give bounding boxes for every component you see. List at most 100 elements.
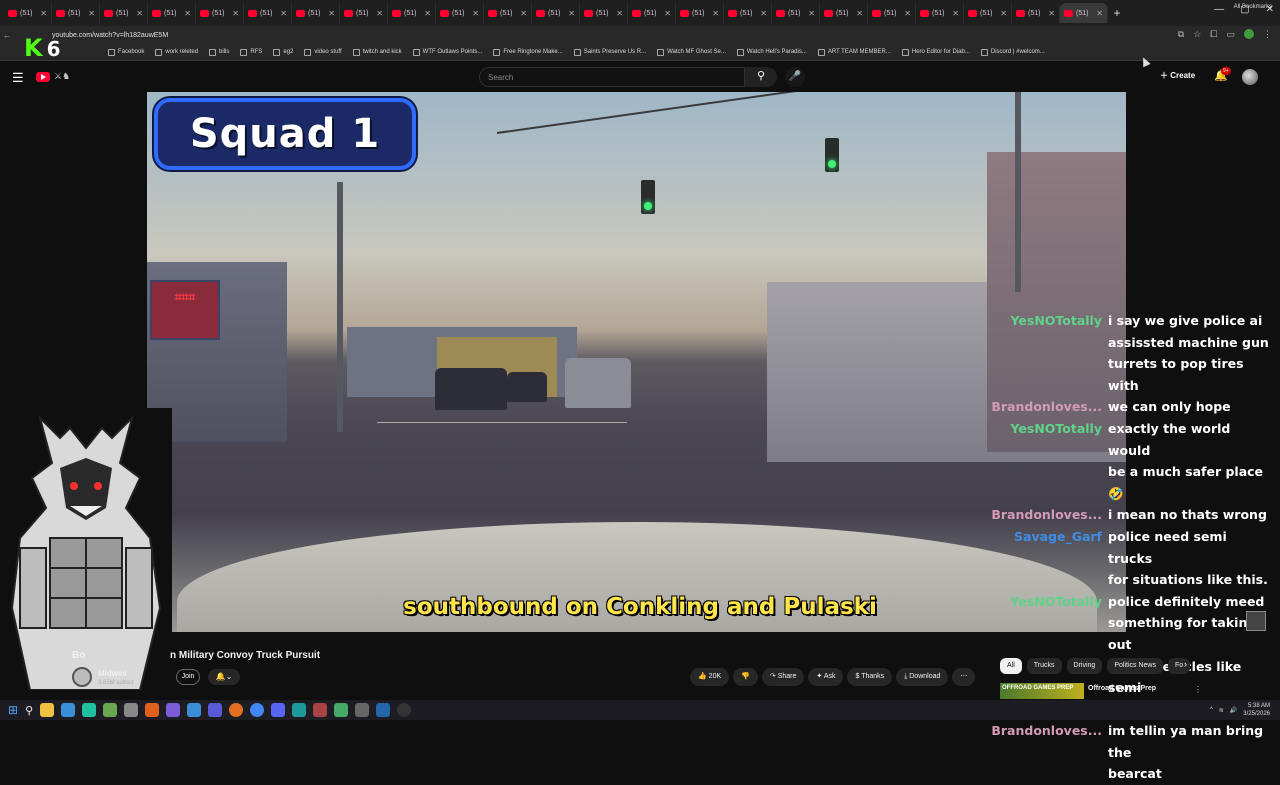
bookmark-item[interactable]: RFS	[240, 48, 262, 56]
bookmark-item[interactable]: Watch MF Ghost Se...	[657, 48, 726, 56]
volume-icon[interactable]: 🔊	[1230, 707, 1237, 714]
browser-tab[interactable]: (51) ✕	[244, 3, 292, 23]
bookmark-item[interactable]: Discord | #welcom...	[980, 48, 1045, 56]
subscribe-bell-button[interactable]: 🔔⌄	[208, 669, 240, 685]
browser-tab[interactable]: (51) ✕	[436, 3, 484, 23]
bookmark-item[interactable]: eg2	[273, 48, 293, 56]
recommended-title[interactable]: Offroad Games Prep	[1088, 685, 1156, 692]
tab-close-icon[interactable]: ✕	[328, 9, 335, 18]
tab-close-icon[interactable]: ✕	[856, 9, 863, 18]
filter-chip[interactable]: Trucks	[1026, 658, 1062, 674]
browser-tab[interactable]: (51) ✕	[100, 3, 148, 23]
app-icon[interactable]	[145, 703, 160, 717]
all-bookmarks[interactable]: All Bookmarks	[1234, 4, 1272, 10]
tab-close-icon[interactable]: ✕	[376, 9, 383, 18]
bookmark-item[interactable]: video stuff	[304, 48, 342, 56]
bookmark-item[interactable]: Free Ringtone Make...	[493, 48, 563, 56]
browser-tab[interactable]: (51) ✕	[292, 3, 340, 23]
dislike-button[interactable]: 👎	[733, 668, 758, 686]
browser-tab[interactable]: (51) ✕	[868, 3, 916, 23]
browser-tab[interactable]: (51) ✕	[388, 3, 436, 23]
recommended-thumbnail[interactable]: OFFROAD GAMES PREP	[1000, 683, 1084, 699]
tab-close-icon[interactable]: ✕	[184, 9, 191, 18]
tab-close-icon[interactable]: ✕	[88, 9, 95, 18]
account-avatar[interactable]	[1242, 69, 1258, 85]
chevron-right-icon[interactable]: ›	[1184, 659, 1187, 669]
settings-icon[interactable]	[355, 703, 370, 717]
browser-tab[interactable]: (51) ✕	[484, 3, 532, 23]
firefox-icon[interactable]	[229, 703, 244, 717]
tab-close-icon[interactable]: ✕	[1000, 9, 1007, 18]
tab-close-icon[interactable]: ✕	[232, 9, 239, 18]
tab-close-icon[interactable]: ✕	[40, 9, 47, 18]
browser-tab[interactable]: (51) ✕	[196, 3, 244, 23]
ask-button[interactable]: ✦ Ask	[808, 668, 844, 686]
tab-close-icon[interactable]: ✕	[424, 9, 431, 18]
app-icon[interactable]	[376, 703, 391, 717]
app-icon[interactable]	[292, 703, 307, 717]
more-actions-button[interactable]: ⋯	[952, 668, 976, 686]
app-icon[interactable]	[334, 703, 349, 717]
filter-chip[interactable]: Politics News	[1107, 658, 1163, 674]
voice-search-button[interactable]: 🎤	[785, 67, 805, 87]
profile-icon[interactable]	[1244, 29, 1254, 39]
browser-tab[interactable]: (51) ✕	[772, 3, 820, 23]
create-button[interactable]: ＋ Create	[1160, 70, 1195, 81]
browser-tab[interactable]: (51) ✕	[724, 3, 772, 23]
search-input[interactable]: Search	[479, 67, 745, 87]
bookmark-item[interactable]: Saints Preserve Us R...	[573, 48, 646, 56]
channel-avatar[interactable]	[72, 667, 92, 687]
taskbar-search-icon[interactable]: ⚲	[25, 704, 33, 717]
bookmark-item[interactable]: twitch and kick	[352, 48, 402, 56]
tab-close-icon[interactable]: ✕	[712, 9, 719, 18]
tab-close-icon[interactable]: ✕	[664, 9, 671, 18]
browser-tab[interactable]: (51) ✕	[148, 3, 196, 23]
extension-icon[interactable]: ⧠	[1210, 29, 1217, 40]
browser-tab[interactable]: (51) ✕	[1012, 3, 1060, 23]
tab-close-icon[interactable]: ✕	[808, 9, 815, 18]
app-icon[interactable]	[187, 703, 202, 717]
wifi-icon[interactable]: ≋	[1219, 707, 1224, 714]
thanks-button[interactable]: $ Thanks	[847, 668, 893, 686]
browser-tab[interactable]: (51) ✕	[580, 3, 628, 23]
browser-tab[interactable]: (51) ✕	[532, 3, 580, 23]
browser-tab[interactable]: (51) ✕	[628, 3, 676, 23]
video-player[interactable]: ⌗⌗⌗	[147, 92, 1126, 632]
tab-close-icon[interactable]: ✕	[1096, 9, 1103, 18]
bookmark-item[interactable]: work releted	[155, 48, 198, 56]
minimize-icon[interactable]: —	[1214, 4, 1224, 15]
tab-close-icon[interactable]: ✕	[1048, 9, 1055, 18]
sidebar-icon[interactable]: ▭	[1226, 29, 1235, 40]
filter-chip[interactable]: Driving	[1066, 658, 1103, 674]
app-icon[interactable]	[61, 703, 76, 717]
tab-close-icon[interactable]: ✕	[472, 9, 479, 18]
clock[interactable]: 5:38 AM 3/25/2026	[1243, 702, 1270, 718]
app-icon[interactable]	[103, 703, 118, 717]
recommended-more-icon[interactable]: ⋮	[1194, 685, 1202, 694]
app-icon[interactable]	[124, 703, 139, 717]
filter-chip[interactable]: All	[1000, 658, 1022, 674]
tab-close-icon[interactable]: ✕	[568, 9, 575, 18]
search-button[interactable]: ⚲	[745, 67, 777, 87]
browser-tab[interactable]: (51) ✕	[4, 3, 52, 23]
browser-tab[interactable]: (51) ✕	[340, 3, 388, 23]
chrome-icon[interactable]	[250, 703, 265, 717]
install-icon[interactable]: ⧉	[1178, 29, 1184, 40]
bookmark-item[interactable]: bills	[209, 48, 229, 56]
discord-icon[interactable]	[271, 703, 286, 717]
like-button[interactable]: 👍 20K	[690, 668, 730, 686]
app-icon[interactable]	[166, 703, 181, 717]
browser-tab[interactable]: (51) ✕	[52, 3, 100, 23]
tab-close-icon[interactable]: ✕	[760, 9, 767, 18]
tab-close-icon[interactable]: ✕	[904, 9, 911, 18]
tab-close-icon[interactable]: ✕	[520, 9, 527, 18]
tab-close-icon[interactable]: ✕	[616, 9, 623, 18]
new-tab-icon[interactable]: +	[1108, 6, 1126, 20]
obs-icon[interactable]	[397, 703, 412, 717]
back-icon[interactable]: ←	[0, 30, 14, 40]
tray-chevron-icon[interactable]: ^	[1210, 707, 1213, 713]
browser-tab[interactable]: (51) ✕	[676, 3, 724, 23]
app-icon[interactable]	[208, 703, 223, 717]
windows-start-icon[interactable]: ⊞	[8, 703, 18, 717]
channel-name[interactable]: Midwes	[98, 669, 127, 678]
